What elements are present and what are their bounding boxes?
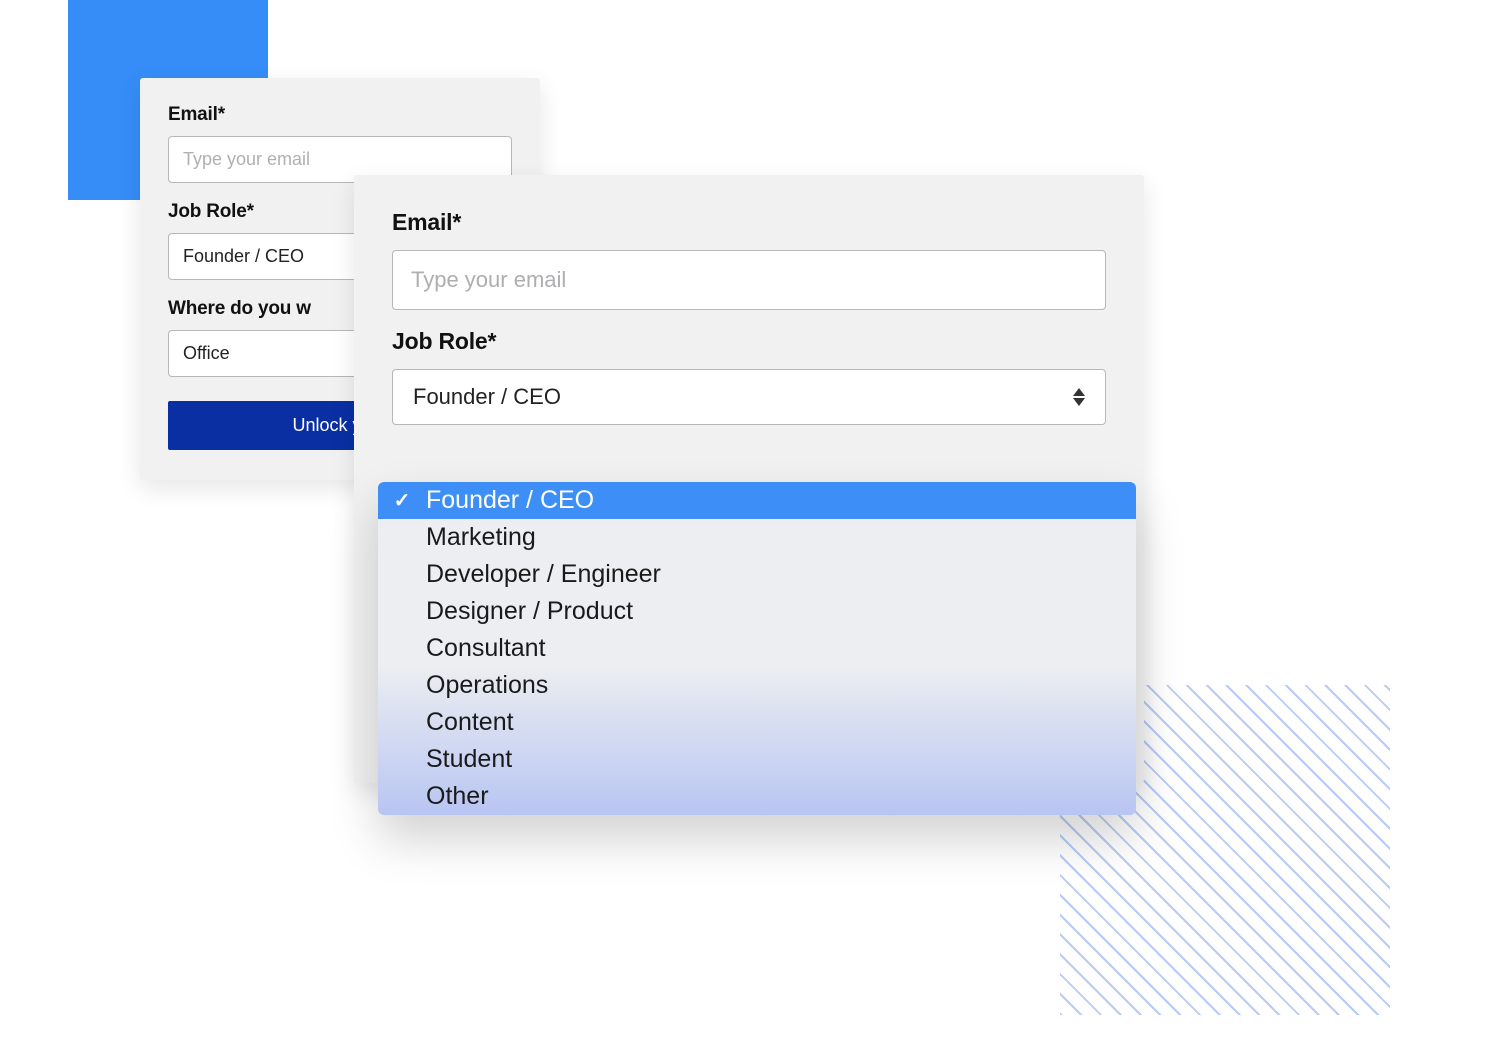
job-role-option-label: Other [426,782,489,811]
email-input[interactable] [392,250,1106,310]
job-role-option-label: Consultant [426,634,546,663]
job-role-option-label: Operations [426,671,548,700]
check-icon: ✓ [392,488,412,513]
job-role-label: Job Role* [392,328,1106,355]
job-role-option-label: Developer / Engineer [426,560,661,589]
work-location-selected-value: Office [183,343,230,364]
job-role-option-label: Marketing [426,523,536,552]
job-role-select[interactable]: Founder / CEO [392,369,1106,425]
job-role-selected-value: Founder / CEO [413,384,561,410]
job-role-option-label: Founder / CEO [426,486,594,515]
job-role-option[interactable]: Content [378,704,1136,741]
job-role-option[interactable]: Designer / Product [378,593,1136,630]
job-role-option-label: Student [426,745,512,774]
job-role-option-label: Content [426,708,514,737]
job-role-option[interactable]: Developer / Engineer [378,556,1136,593]
email-field-group: Email* [392,209,1106,310]
job-role-option[interactable]: Marketing [378,519,1136,556]
job-role-option[interactable]: Consultant [378,630,1136,667]
email-label: Email* [392,209,1106,236]
stage: Email* Job Role* Founder / CEO Where do … [0,0,1500,1050]
job-role-option[interactable]: Other [378,778,1136,815]
job-role-option[interactable]: Operations [378,667,1136,704]
job-role-selected-value: Founder / CEO [183,246,304,267]
email-field-group: Email* [168,104,512,183]
job-role-option[interactable]: Student [378,741,1136,778]
job-role-option-label: Designer / Product [426,597,633,626]
select-arrows-icon [1073,388,1085,406]
job-role-dropdown: ✓ Founder / CEO Marketing Developer / Engin… [378,482,1136,815]
email-label: Email* [168,104,512,126]
job-role-option[interactable]: ✓ Founder / CEO [378,482,1136,519]
job-role-field-group: Job Role* Founder / CEO [392,328,1106,425]
